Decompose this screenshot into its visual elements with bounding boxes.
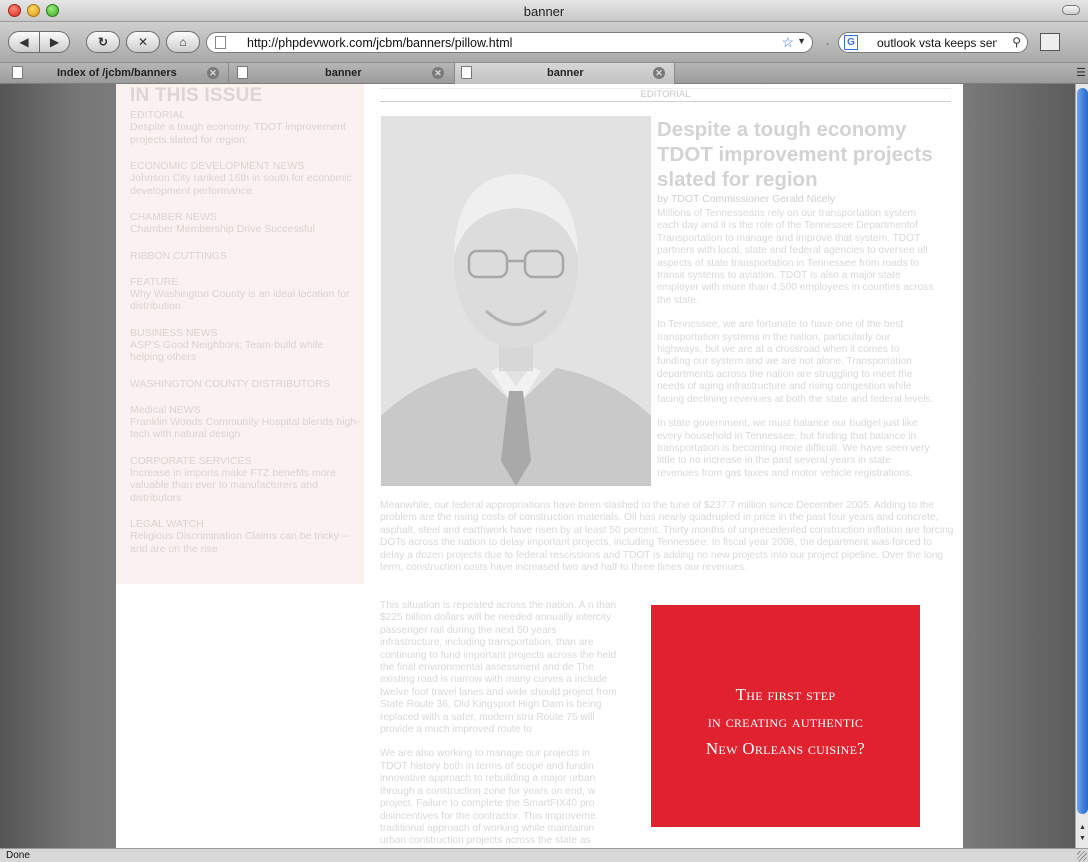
issue-description[interactable]: Chamber Membership Drive Successful: [130, 223, 360, 236]
tab-index-of-banners[interactable]: Index of /jcbm/banners ✕: [0, 63, 229, 84]
issue-heading: IN THIS ISSUE: [130, 85, 263, 106]
issue-category[interactable]: FEATURE: [130, 276, 360, 288]
tab-list-icon[interactable]: ☰: [1076, 66, 1086, 79]
ad-line: in creating authentic: [707, 712, 864, 731]
bookmark-star-icon[interactable]: ☆: [781, 34, 794, 51]
web-content: IN THIS ISSUE EDITORIAL Despite a tough …: [0, 84, 1075, 848]
resize-grip[interactable]: [1077, 851, 1087, 861]
close-tab-icon[interactable]: ✕: [432, 67, 444, 79]
forward-arrow-icon: ▶: [49, 35, 60, 49]
article-column-left: This situation is repeated across the na…: [380, 600, 620, 848]
issue-item[interactable]: CHAMBER NEWS Chamber Membership Drive Su…: [130, 211, 360, 236]
issue-description[interactable]: Increase in imports make FTZ benefits mo…: [130, 467, 360, 505]
reload-icon: ↻: [97, 35, 109, 49]
url-text[interactable]: http://phpdevwork.com/jcbm/banners/pillo…: [247, 36, 512, 50]
tab-banner-active[interactable]: banner ✕: [455, 63, 675, 84]
search-engine-icon[interactable]: G: [844, 35, 858, 50]
scrollbar-thumb[interactable]: [1077, 88, 1088, 814]
article-title: Despite a tough economy TDOT improvement…: [657, 118, 933, 191]
issue-list: EDITORIAL Despite a tough economy, TDOT …: [130, 109, 360, 569]
ad-line: The first step: [735, 685, 836, 704]
issue-category[interactable]: ECONOMIC DEVELOPMENT NEWS: [130, 160, 360, 172]
window-title: banner: [523, 4, 565, 19]
search-input[interactable]: outlook vsta keeps send: [877, 36, 997, 50]
tab-label: Index of /jcbm/banners: [57, 67, 177, 79]
banner-ad-text[interactable]: The first step in creating authentic New…: [651, 681, 920, 762]
page-icon: [215, 36, 226, 49]
tab-bar: Index of /jcbm/banners ✕ banner ✕ banner…: [0, 62, 1088, 84]
article-byline: by TDOT Commissioner Gerald Nicely: [657, 193, 836, 205]
issue-item[interactable]: EDITORIAL Despite a tough economy, TDOT …: [130, 109, 360, 146]
close-tab-icon[interactable]: ✕: [207, 67, 219, 79]
article-paragraph: Millions of Tennesseans rely on our tran…: [657, 208, 934, 306]
tab-banner[interactable]: banner ✕: [229, 63, 455, 84]
reload-button[interactable]: ↻: [86, 31, 120, 53]
title-bar: banner: [0, 0, 1088, 22]
new-window-icon[interactable]: [1040, 33, 1060, 51]
issue-item[interactable]: LEGAL WATCH Religious Discrimination Cla…: [130, 518, 360, 555]
section-label: EDITORIAL: [380, 88, 951, 102]
issue-category[interactable]: WASHINGTON COUNTY DISTRIBUTORS: [130, 378, 360, 390]
issue-description[interactable]: Franklin Woods Community Hospital blends…: [130, 416, 360, 441]
issue-item[interactable]: Medical NEWS Franklin Woods Community Ho…: [130, 404, 360, 441]
issue-description[interactable]: ASP'S Good Neighbors: Team-build while h…: [130, 339, 360, 364]
tab-label: banner: [325, 67, 362, 79]
url-history-dropdown-icon[interactable]: ▼: [797, 36, 806, 46]
article-paragraph: In Tennessee, we are fortunate to have o…: [657, 319, 934, 405]
banner-ad[interactable]: The first step in creating authentic New…: [651, 605, 920, 827]
forward-button[interactable]: ▶: [40, 31, 70, 53]
stop-button[interactable]: ✕: [126, 31, 160, 53]
issue-item[interactable]: CORPORATE SERVICES Increase in imports m…: [130, 455, 360, 505]
issue-item[interactable]: RIBBON CUTTINGS: [130, 250, 360, 262]
back-arrow-icon: ◀: [19, 35, 29, 49]
issue-category[interactable]: RIBBON CUTTINGS: [130, 250, 360, 262]
issue-description[interactable]: Despite a tough economy, TDOT improvemen…: [130, 121, 360, 146]
url-bar[interactable]: http://phpdevwork.com/jcbm/banners/pillo…: [206, 32, 813, 53]
home-icon: ⌂: [179, 35, 187, 49]
navigation-toolbar: ◀ ▶ ↻ ✕ ⌂ http://phpdevwork.com/jcbm/ban…: [0, 22, 1088, 62]
vertical-scrollbar[interactable]: ▲ ▼: [1075, 84, 1088, 848]
web-page: IN THIS ISSUE EDITORIAL Despite a tough …: [116, 84, 963, 848]
issue-description[interactable]: Why Washington County is an ideal locati…: [130, 288, 360, 313]
issue-item[interactable]: BUSINESS NEWS ASP'S Good Neighbors: Team…: [130, 327, 360, 364]
article-paragraph: In state government, we must balance our…: [657, 418, 930, 479]
issue-category[interactable]: Medical NEWS: [130, 404, 360, 416]
status-text: Done: [6, 850, 30, 861]
article-column-right: Millions of Tennesseans rely on our tran…: [657, 208, 934, 492]
issue-item[interactable]: WASHINGTON COUNTY DISTRIBUTORS: [130, 378, 360, 390]
issue-item[interactable]: FEATURE Why Washington County is an idea…: [130, 276, 360, 313]
stop-icon: ✕: [137, 35, 149, 49]
close-tab-icon[interactable]: ✕: [653, 67, 665, 79]
issue-description[interactable]: Johnson City ranked 16th in south for ec…: [130, 172, 360, 197]
issue-item[interactable]: ECONOMIC DEVELOPMENT NEWS Johnson City r…: [130, 160, 360, 197]
status-bar: Done: [0, 848, 1088, 862]
ad-line: New Orleans cuisine?: [705, 739, 866, 758]
article-paragraph-wide: Meanwhile, our federal appropriations ha…: [380, 500, 954, 574]
article-paragraph: We are also working to manage our projec…: [380, 748, 596, 847]
scroll-down-icon[interactable]: ▼: [1078, 835, 1087, 844]
issue-category[interactable]: CHAMBER NEWS: [130, 211, 360, 223]
issue-description[interactable]: Religious Discrimination Claims can be t…: [130, 530, 360, 555]
issue-category[interactable]: LEGAL WATCH: [130, 518, 360, 530]
search-bar[interactable]: G outlook vsta keeps send ⚲: [838, 32, 1028, 53]
author-photo: [381, 116, 651, 486]
tab-label: banner: [547, 67, 584, 79]
portrait-image: [381, 116, 651, 486]
home-button[interactable]: ⌂: [166, 31, 200, 53]
toolbar-toggle-button[interactable]: [1062, 5, 1080, 15]
page-icon: [461, 66, 472, 79]
page-icon: [12, 66, 23, 79]
search-icon[interactable]: ⚲: [1012, 35, 1021, 49]
issue-category[interactable]: EDITORIAL: [130, 109, 360, 121]
article-paragraph: This situation is repeated across the na…: [380, 600, 617, 736]
issue-category[interactable]: CORPORATE SERVICES: [130, 455, 360, 467]
issue-category[interactable]: BUSINESS NEWS: [130, 327, 360, 339]
page-icon: [237, 66, 248, 79]
issue-sidebar: IN THIS ISSUE EDITORIAL Despite a tough …: [116, 84, 364, 584]
back-button[interactable]: ◀: [8, 31, 40, 53]
scroll-up-icon[interactable]: ▲: [1078, 824, 1087, 833]
separator-dash: -: [826, 39, 830, 50]
